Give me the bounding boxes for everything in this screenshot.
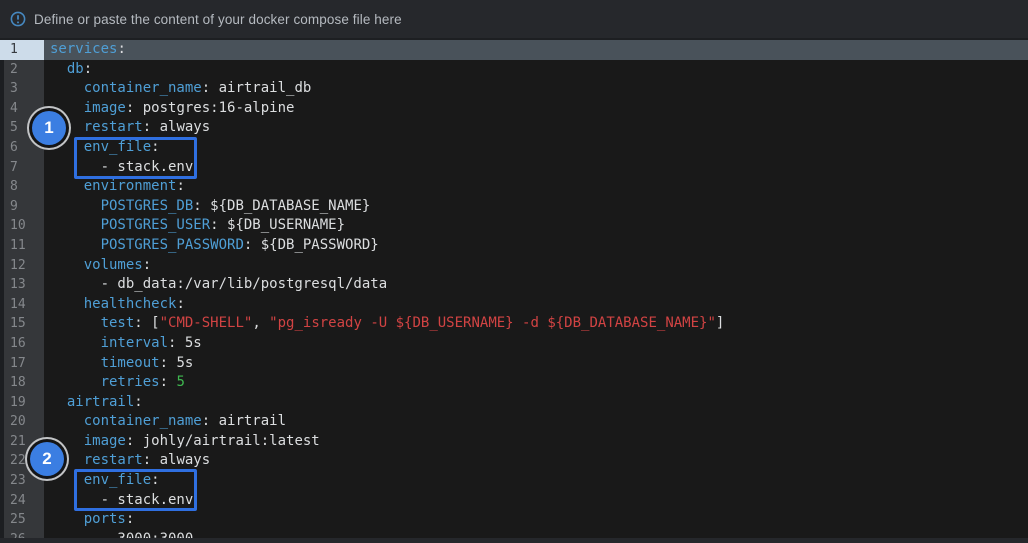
line-number: 16 [0,333,44,354]
code-line[interactable]: 13 - db_data:/var/lib/postgresql/data [0,275,1028,295]
annotation-marker-2: 2 [30,442,64,476]
code-text[interactable]: image: johly/airtrail:latest [44,432,1028,452]
header-bar: Define or paste the content of your dock… [0,0,1028,40]
code-text[interactable]: test: ["CMD-SHELL", "pg_isready -U ${DB_… [44,314,1028,334]
code-text[interactable]: container_name: airtrail [44,412,1028,432]
code-line[interactable]: 1 services: [0,40,1028,60]
code-text[interactable]: healthcheck: [44,295,1028,315]
line-number: 9 [0,196,44,217]
line-number: 17 [0,353,44,374]
code-line[interactable]: 18 retries: 5 [0,373,1028,393]
annotation-box-env-file-1 [74,137,197,179]
line-number: 8 [0,177,44,197]
code-line[interactable]: 3 container_name: airtrail_db [0,79,1028,99]
code-text[interactable]: db: [44,60,1028,80]
annotation-marker-1: 1 [32,111,66,145]
line-number: 11 [0,235,44,256]
code-line[interactable]: 9 POSTGRES_DB: ${DB_DATABASE_NAME} [0,196,1028,217]
line-number: 13 [0,275,44,295]
code-text[interactable]: airtrail: [44,393,1028,413]
line-number: 15 [0,314,44,334]
info-icon [10,11,26,27]
code-text[interactable]: POSTGRES_DB: ${DB_DATABASE_NAME} [44,197,1028,217]
line-number: 25 [0,510,44,530]
line-number: 20 [0,412,44,432]
code-line[interactable]: 25 ports: [0,510,1028,530]
code-text[interactable]: volumes: [44,256,1028,276]
line-number: 2 [0,59,44,80]
code-line[interactable]: 20 container_name: airtrail [0,412,1028,432]
line-number: 7 [0,157,44,178]
code-line[interactable]: 4 image: postgres:16-alpine [0,98,1028,119]
line-number: 3 [0,79,44,99]
line-number: 10 [0,216,44,236]
code-text[interactable]: interval: 5s [44,334,1028,354]
line-number: 18 [0,373,44,393]
code-line[interactable]: 16 interval: 5s [0,333,1028,354]
code-line[interactable]: 12 volumes: [0,255,1028,276]
code-line[interactable]: 10 POSTGRES_USER: ${DB_USERNAME} [0,216,1028,236]
code-text[interactable]: retries: 5 [44,373,1028,393]
line-number: 12 [0,255,44,276]
code-editor[interactable]: 1 services: 2 db: 3 container_name: airtrai… [0,40,1028,543]
code-line[interactable]: 17 timeout: 5s [0,353,1028,374]
code-line[interactable]: 11 POSTGRES_PASSWORD: ${DB_PASSWORD} [0,235,1028,256]
horizontal-scrollbar[interactable] [0,538,1028,543]
code-line[interactable]: 19 airtrail: [0,392,1028,413]
line-number: 19 [0,392,44,413]
code-line[interactable]: 8 environment: [0,177,1028,197]
code-line[interactable]: 2 db: [0,59,1028,80]
code-line[interactable]: 14 healthcheck: [0,294,1028,315]
line-number: 24 [0,490,44,511]
code-text[interactable]: services: [44,40,1028,60]
code-text[interactable]: - db_data:/var/lib/postgresql/data [44,275,1028,295]
code-text[interactable]: timeout: 5s [44,354,1028,374]
line-number: 23 [0,471,44,491]
code-text[interactable]: POSTGRES_PASSWORD: ${DB_PASSWORD} [44,236,1028,256]
line-number: 14 [0,294,44,315]
code-text[interactable]: environment: [44,177,1028,197]
line-number: 1 [0,40,44,60]
code-line[interactable]: 21 image: johly/airtrail:latest [0,431,1028,452]
code-text[interactable]: POSTGRES_USER: ${DB_USERNAME} [44,216,1028,236]
code-text[interactable]: container_name: airtrail_db [44,79,1028,99]
code-text[interactable]: image: postgres:16-alpine [44,99,1028,119]
annotation-box-env-file-2 [74,469,197,511]
code-text[interactable]: restart: always [44,118,1028,138]
code-text[interactable]: ports: [44,510,1028,530]
code-line[interactable]: 15 test: ["CMD-SHELL", "pg_isready -U ${… [0,314,1028,334]
hint-text: Define or paste the content of your dock… [34,11,402,27]
code-line[interactable]: 5 restart: always [0,118,1028,138]
